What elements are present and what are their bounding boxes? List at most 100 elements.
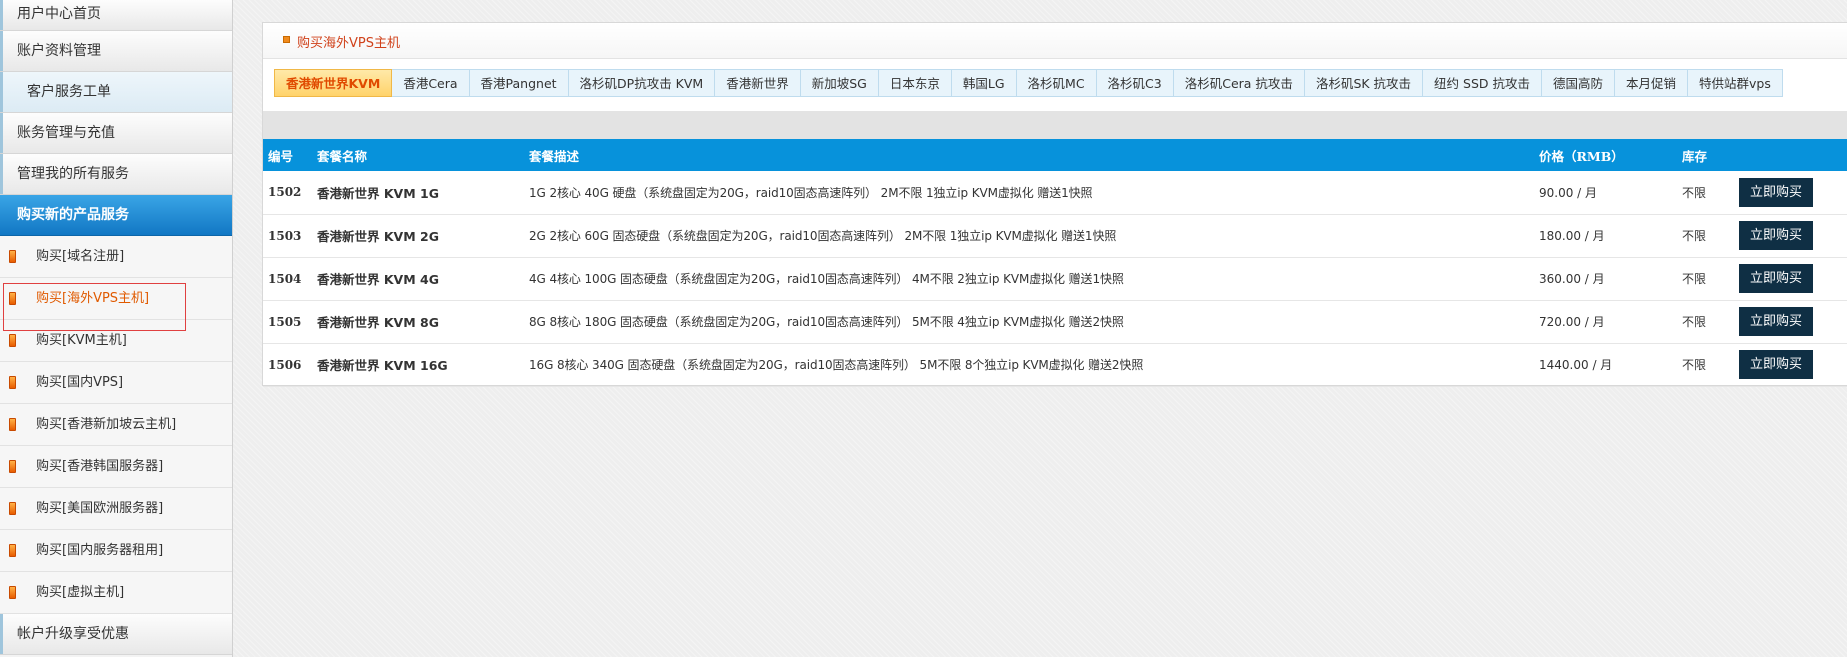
- plan-desc: 4G 4核心 100G 固态硬盘（系统盘固定为20G，raid10固态高速阵列）…: [529, 272, 1124, 286]
- tab-japan-tokyo[interactable]: 日本东京: [878, 69, 952, 97]
- plan-desc: 16G 8核心 340G 固态硬盘（系统盘固定为20G，raid10固态高速阵列…: [529, 358, 1144, 372]
- plan-name: 香港新世界 KVM 4G: [317, 272, 439, 287]
- plans-table: 编号 套餐名称 套餐描述 价格（RMB） 库存 1502 香港新世界 KVM 1…: [263, 139, 1847, 387]
- bullet-icon: [9, 250, 16, 263]
- sidebar-item-label: 购买[虚拟主机]: [36, 585, 125, 600]
- sidebar-item-label: 购买[美国欧洲服务器]: [36, 501, 164, 516]
- buy-now-button[interactable]: 立即购买: [1739, 307, 1813, 336]
- sidebar-item-overseas-vps[interactable]: 购买[海外VPS主机]: [0, 278, 232, 320]
- tab-korea-lg[interactable]: 韩国LG: [951, 69, 1017, 97]
- sidebar-item-label: 购买[域名注册]: [36, 249, 125, 264]
- header-desc: 套餐描述: [529, 148, 580, 164]
- panel-header: 购买海外VPS主机: [263, 23, 1847, 59]
- plan-desc: 2G 2核心 60G 固态硬盘（系统盘固定为20G，raid10固态高速阵列） …: [529, 229, 1117, 243]
- buy-now-button[interactable]: 立即购买: [1739, 350, 1813, 379]
- sidebar: 用户中心首页 账户资料管理 客户服务工单 账务管理与充值 管理我的所有服务 购买…: [0, 0, 233, 657]
- table-row: 1505 香港新世界 KVM 8G 8G 8核心 180G 固态硬盘（系统盘固定…: [263, 300, 1847, 343]
- sidebar-item-label: 购买[KVM主机]: [36, 333, 127, 348]
- header-action: [1739, 139, 1847, 171]
- bullet-icon: [9, 334, 16, 347]
- sidebar-item-hk-sg-cloud[interactable]: 购买[香港新加坡云主机]: [0, 404, 232, 446]
- tab-la-cera[interactable]: 洛杉矶Cera 抗攻击: [1173, 69, 1305, 97]
- plan-id: 1503: [268, 228, 302, 243]
- sidebar-item-hk-kr-server[interactable]: 购买[香港韩国服务器]: [0, 446, 232, 488]
- plan-id: 1502: [268, 185, 302, 200]
- header-name: 套餐名称: [317, 148, 368, 164]
- sidebar-item-domestic-vps[interactable]: 购买[国内VPS]: [0, 362, 232, 404]
- header-id: 编号: [268, 148, 294, 164]
- bullet-icon: [9, 586, 16, 599]
- plan-desc: 8G 8核心 180G 固态硬盘（系统盘固定为20G，raid10固态高速阵列）…: [529, 315, 1124, 329]
- menu-support-tickets[interactable]: 客户服务工单: [0, 72, 232, 113]
- sidebar-item-label: 购买[国内服务器租用]: [36, 543, 164, 558]
- table-row: 1502 香港新世界 KVM 1G 1G 2核心 40G 硬盘（系统盘固定为20…: [263, 171, 1847, 214]
- sidebar-item-domestic-server[interactable]: 购买[国内服务器租用]: [0, 530, 232, 572]
- divider-bar: [263, 111, 1847, 139]
- header-stock: 库存: [1682, 148, 1708, 164]
- square-bullet-icon: [283, 36, 290, 43]
- sidebar-item-label: 购买[香港韩国服务器]: [36, 459, 164, 474]
- header-price: 价格（RMB）: [1539, 148, 1624, 164]
- plan-name: 香港新世界 KVM 2G: [317, 229, 439, 244]
- buy-now-button[interactable]: 立即购买: [1739, 221, 1813, 250]
- plan-price: 1440.00 / 月: [1539, 358, 1613, 372]
- tab-la-sk[interactable]: 洛杉矶SK 抗攻击: [1304, 69, 1424, 97]
- product-tabs: 香港新世界KVM 香港Cera 香港Pangnet 洛杉矶DP抗攻击 KVM 香…: [274, 69, 1783, 97]
- tab-hk-newworld-kvm[interactable]: 香港新世界KVM: [274, 69, 393, 97]
- tab-ny-ssd[interactable]: 纽约 SSD 抗攻击: [1423, 69, 1542, 97]
- plan-id: 1504: [268, 271, 302, 286]
- plan-stock: 不限: [1682, 229, 1707, 243]
- tab-hk-pangnet[interactable]: 香港Pangnet: [469, 69, 569, 97]
- sidebar-item-virtual-host[interactable]: 购买[虚拟主机]: [0, 572, 232, 614]
- menu-user-center-home[interactable]: 用户中心首页: [0, 0, 232, 31]
- bullet-icon: [9, 376, 16, 389]
- plan-price: 720.00 / 月: [1539, 315, 1605, 329]
- tab-monthly-promo[interactable]: 本月促销: [1615, 69, 1689, 97]
- plan-price: 180.00 / 月: [1539, 229, 1605, 243]
- plan-name: 香港新世界 KVM 16G: [317, 358, 448, 373]
- bullet-icon: [9, 502, 16, 515]
- plan-desc: 1G 2核心 40G 硬盘（系统盘固定为20G，raid10固态高速阵列） 2M…: [529, 185, 1093, 200]
- sidebar-item-domain[interactable]: 购买[域名注册]: [0, 236, 232, 278]
- menu-manage-services[interactable]: 管理我的所有服务: [0, 154, 232, 195]
- plan-name: 香港新世界 KVM 1G: [317, 185, 439, 201]
- buy-now-button[interactable]: 立即购买: [1739, 177, 1813, 207]
- bullet-icon: [9, 460, 16, 473]
- table-row: 1504 香港新世界 KVM 4G 4G 4核心 100G 固态硬盘（系统盘固定…: [263, 257, 1847, 300]
- tab-la-c3[interactable]: 洛杉矶C3: [1096, 69, 1174, 97]
- plan-stock: 不限: [1682, 358, 1707, 372]
- plan-stock: 不限: [1682, 272, 1707, 286]
- plan-name: 香港新世界 KVM 8G: [317, 315, 439, 330]
- tab-hk-newworld[interactable]: 香港新世界: [715, 69, 801, 97]
- plan-price: 360.00 / 月: [1539, 272, 1605, 286]
- sidebar-item-label: 购买[香港新加坡云主机]: [36, 417, 177, 432]
- bullet-icon: [9, 292, 16, 305]
- table-header: 编号 套餐名称 套餐描述 价格（RMB） 库存: [263, 139, 1847, 171]
- bullet-icon: [9, 544, 16, 557]
- menu-account-profile[interactable]: 账户资料管理: [0, 31, 232, 72]
- tab-hk-cera[interactable]: 香港Cera: [392, 69, 470, 97]
- plan-id: 1505: [268, 314, 302, 329]
- buy-now-button[interactable]: 立即购买: [1739, 264, 1813, 293]
- sidebar-item-us-eu-server[interactable]: 购买[美国欧洲服务器]: [0, 488, 232, 530]
- menu-billing-recharge[interactable]: 账务管理与充值: [0, 113, 232, 154]
- bullet-icon: [9, 418, 16, 431]
- tab-germany[interactable]: 德国高防: [1542, 69, 1616, 97]
- tab-site-group-vps[interactable]: 特供站群vps: [1688, 69, 1783, 97]
- menu-buy-products[interactable]: 购买新的产品服务: [0, 195, 232, 236]
- plan-stock: 不限: [1682, 185, 1707, 200]
- plan-stock: 不限: [1682, 315, 1707, 329]
- plan-price: 90.00 / 月: [1539, 185, 1598, 200]
- sidebar-item-label: 购买[国内VPS]: [36, 375, 124, 390]
- sidebar-item-label: 购买[海外VPS主机]: [36, 291, 150, 306]
- page-title: 购买海外VPS主机: [297, 36, 400, 51]
- table-row: 1503 香港新世界 KVM 2G 2G 2核心 60G 固态硬盘（系统盘固定为…: [263, 214, 1847, 257]
- tab-la-mc[interactable]: 洛杉矶MC: [1016, 69, 1097, 97]
- plan-id: 1506: [268, 357, 302, 372]
- menu-upgrade-account[interactable]: 帐户升级享受优惠: [0, 614, 232, 655]
- tab-la-dp-kvm[interactable]: 洛杉矶DP抗攻击 KVM: [568, 69, 716, 97]
- table-row: 1506 香港新世界 KVM 16G 16G 8核心 340G 固态硬盘（系统盘…: [263, 343, 1847, 386]
- main-panel: 购买海外VPS主机 香港新世界KVM 香港Cera 香港Pangnet 洛杉矶D…: [262, 22, 1847, 386]
- sidebar-item-kvm[interactable]: 购买[KVM主机]: [0, 320, 232, 362]
- tab-singapore-sg[interactable]: 新加坡SG: [800, 69, 879, 97]
